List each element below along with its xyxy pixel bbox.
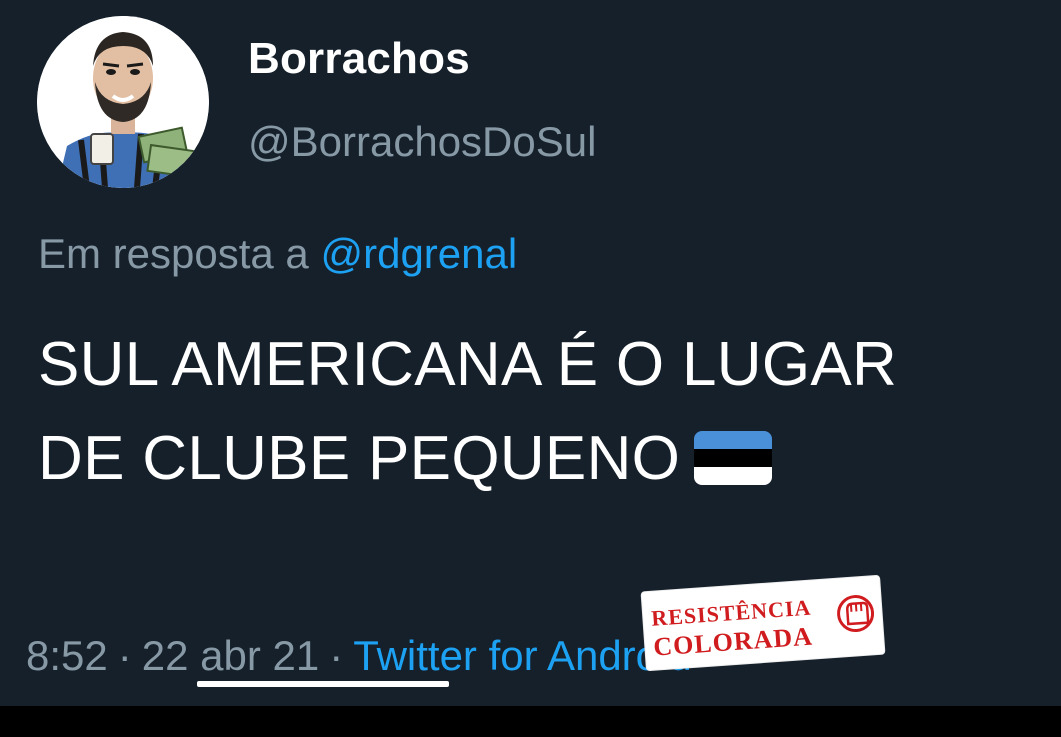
user-handle[interactable]: @BorrachosDoSul xyxy=(248,118,596,166)
bottom-black-bar xyxy=(0,706,1061,737)
separator-dot: · xyxy=(329,632,344,679)
reply-prefix: Em resposta a xyxy=(38,230,309,277)
raised-fist-icon xyxy=(837,595,875,633)
tweet-time[interactable]: 8:52 xyxy=(26,632,108,679)
separator-dot: · xyxy=(117,632,132,679)
date-underline-annotation xyxy=(197,681,449,687)
tweet-metadata: 8:52 · 22 abr 21 · Twitter for Android xyxy=(26,632,692,680)
tweet-date[interactable]: 22 abr 21 xyxy=(142,632,319,680)
profile-avatar[interactable] xyxy=(37,16,209,188)
reply-context: Em resposta a @rdgrenal xyxy=(38,230,517,278)
tweet-text-line-2: DE CLUBE PEQUENO xyxy=(38,424,681,493)
tweet-card: Borrachos @BorrachosDoSul Em resposta a … xyxy=(0,0,1061,706)
display-name[interactable]: Borrachos xyxy=(248,34,470,84)
tweet-text: SUL AMERICANA É O LUGAR DE CLUBE PEQUENO xyxy=(38,318,1058,506)
tweet-text-line-2-wrap: DE CLUBE PEQUENO xyxy=(38,412,1058,506)
tweet-source-link[interactable]: Twitter for Android xyxy=(353,632,691,679)
reply-mention-link[interactable]: @rdgrenal xyxy=(320,230,517,277)
flag-blue-black-white-icon xyxy=(694,430,773,485)
tweet-text-line-1: SUL AMERICANA É O LUGAR xyxy=(38,330,898,399)
watermark-logo: RESISTÊNCIA COLORADA xyxy=(641,575,885,671)
avatar-caricature-icon xyxy=(37,16,209,188)
